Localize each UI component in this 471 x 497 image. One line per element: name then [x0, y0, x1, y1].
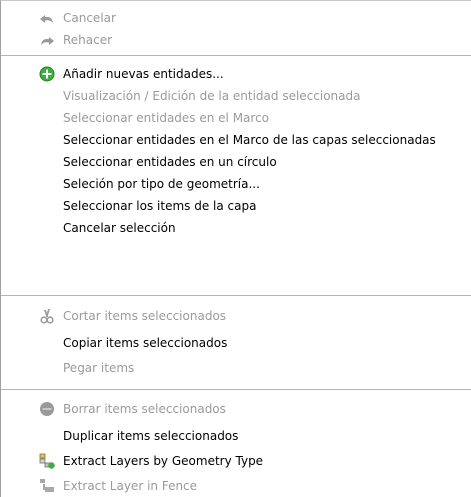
menu-item-label: Duplicar items seleccionados — [63, 429, 239, 443]
menu-item-label: Rehacer — [63, 33, 113, 47]
menu-item-select-layer-items[interactable]: Seleccionar los items de la capa — [1, 195, 471, 217]
menu-item-label: Copiar items seleccionados — [63, 336, 228, 350]
extract-fence-icon — [39, 478, 55, 494]
cut-icon — [39, 308, 55, 324]
delete-icon — [39, 401, 55, 417]
menu-item-label: Cancelar selección — [63, 221, 176, 235]
menu-item-paste[interactable]: Pegar items — [1, 357, 471, 379]
menu-separator — [1, 295, 471, 296]
menu-item-label: Seleccionar entidades en el Marco de las… — [63, 133, 436, 147]
menu-item-add-entities[interactable]: Añadir nuevas entidades... — [1, 63, 471, 85]
menu-item-label: Pegar items — [63, 361, 135, 375]
menu-item-label: Extract Layer in Fence — [63, 479, 198, 493]
menu-item-label: Seleción por tipo de geometría... — [63, 177, 260, 191]
menu-item-copy[interactable]: Copiar items seleccionados — [1, 332, 471, 354]
menu-item-label: Seleccionar los items de la capa — [63, 199, 257, 213]
menu-item-duplicate[interactable]: Duplicar items seleccionados — [1, 425, 471, 447]
menu-item-label: Borrar items seleccionados — [63, 402, 226, 416]
menu-item-select-by-geometry[interactable]: Seleción por tipo de geometría... — [1, 173, 471, 195]
menu-item-label: Seleccionar entidades en el Marco — [63, 111, 270, 125]
menu-item-select-in-frame[interactable]: Seleccionar entidades en el Marco — [1, 107, 471, 129]
menu-item-label: Visualización / Edición de la entidad se… — [63, 89, 361, 103]
menu-item-label: Cortar items seleccionados — [63, 309, 227, 323]
menu-item-undo[interactable]: Cancelar — [1, 7, 471, 29]
menu-item-select-in-circle[interactable]: Seleccionar entidades en un círculo — [1, 151, 471, 173]
menu-item-label: Añadir nuevas entidades... — [63, 67, 224, 81]
menu-item-select-in-frame-selected-layers[interactable]: Seleccionar entidades en el Marco de las… — [1, 129, 471, 151]
menu-separator — [1, 55, 471, 56]
extract-layers-icon — [39, 453, 55, 469]
menu-item-label: Cancelar — [63, 11, 116, 25]
menu-item-delete[interactable]: Borrar items seleccionados — [1, 398, 471, 420]
undo-icon — [39, 10, 55, 26]
menu-item-label: Extract Layers by Geometry Type — [63, 454, 264, 468]
menu-separator — [1, 389, 471, 390]
menu-item-label: Seleccionar entidades en un círculo — [63, 155, 277, 169]
redo-icon — [39, 32, 55, 48]
menu-item-cut[interactable]: Cortar items seleccionados — [1, 305, 471, 327]
menu-item-extract-layers-geometry[interactable]: Extract Layers by Geometry Type — [1, 450, 471, 472]
menu-item-extract-layer-fence[interactable]: Extract Layer in Fence — [1, 475, 471, 497]
context-menu: Cancelar Rehacer Añadir nuevas entidades… — [0, 0, 471, 497]
menu-item-view-edit-entity[interactable]: Visualización / Edición de la entidad se… — [1, 85, 471, 107]
add-icon — [39, 66, 55, 82]
menu-item-cancel-selection[interactable]: Cancelar selección — [1, 217, 471, 239]
menu-item-redo[interactable]: Rehacer — [1, 29, 471, 51]
